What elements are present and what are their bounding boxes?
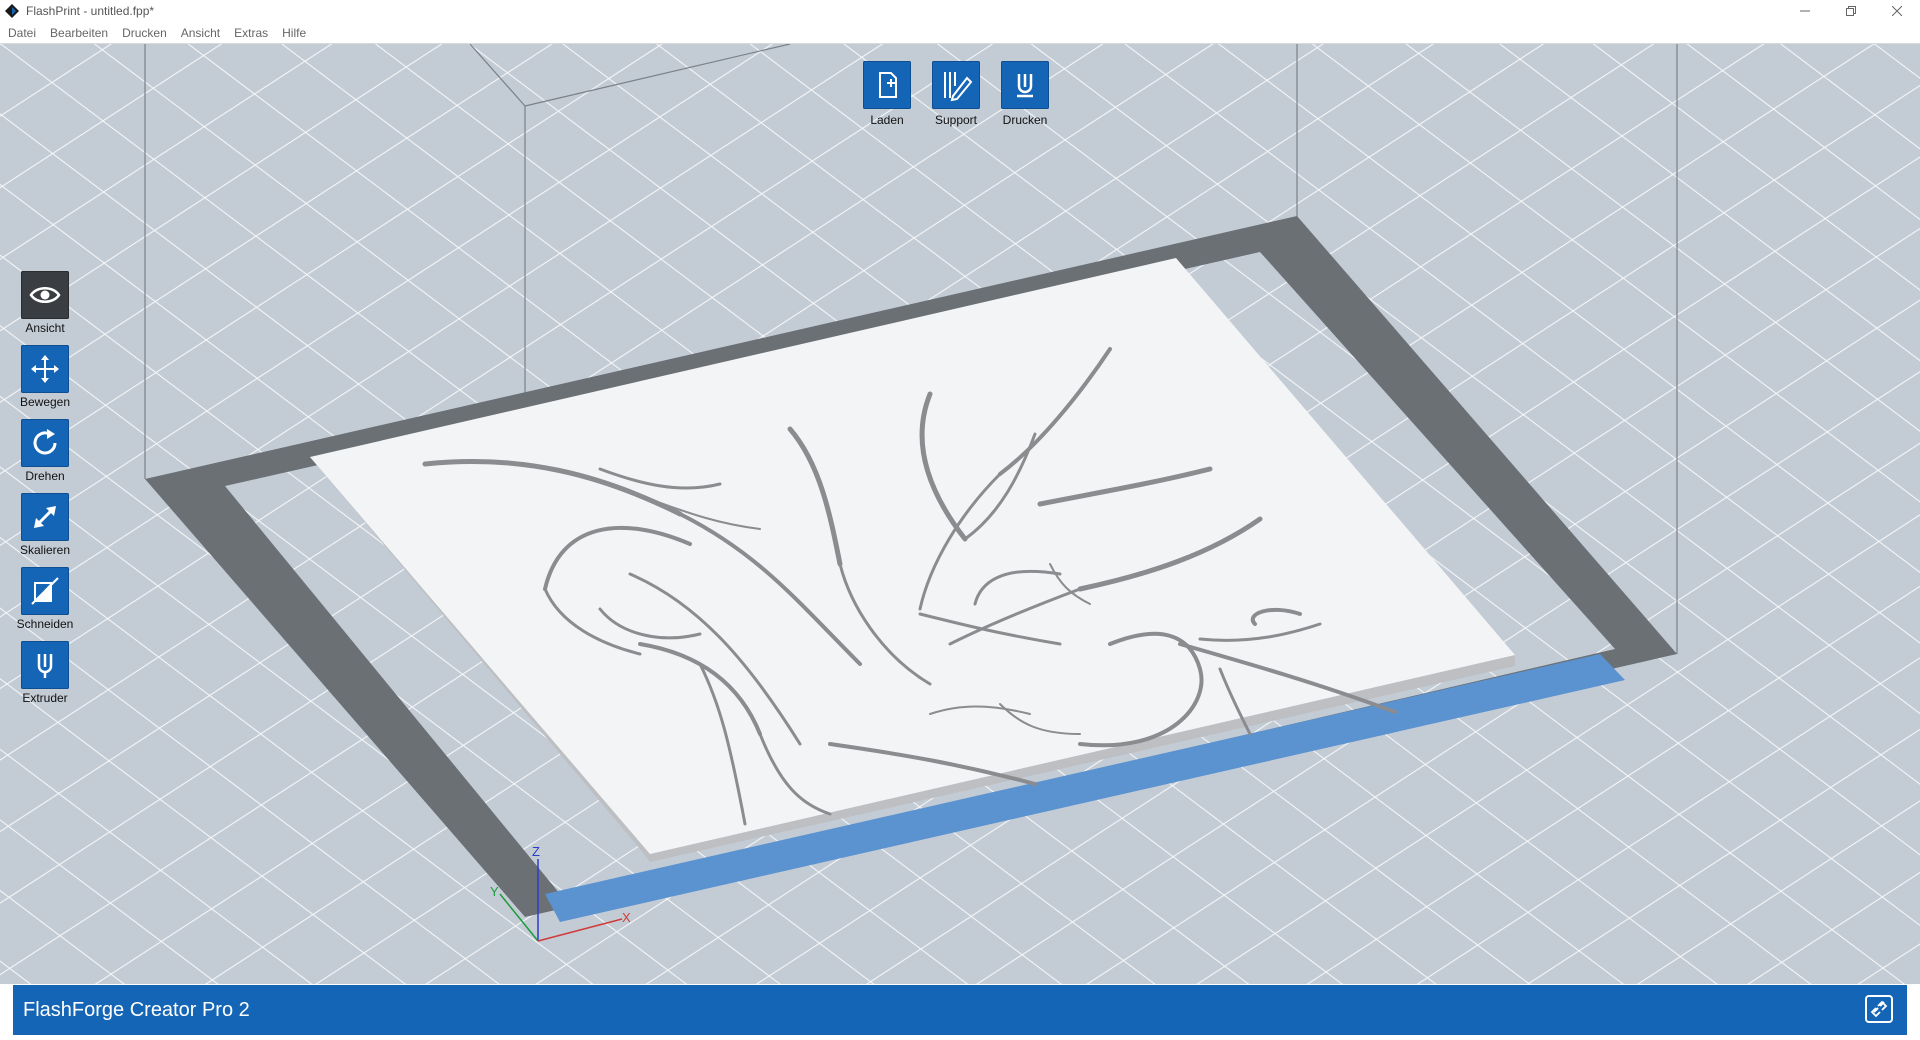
window-title: FlashPrint - untitled.fpp* xyxy=(26,4,155,18)
support-pencil-icon xyxy=(944,72,973,102)
minimize-button[interactable] xyxy=(1782,0,1828,22)
scale-arrow-icon xyxy=(34,506,56,528)
rotate-label: Drehen xyxy=(25,469,65,483)
rotate-tool[interactable]: Drehen xyxy=(20,419,70,483)
load-tool[interactable]: Laden xyxy=(862,61,912,127)
menu-ansicht[interactable]: Ansicht xyxy=(174,22,227,44)
build-scene[interactable]: Z Y X xyxy=(0,44,1920,984)
connect-button[interactable] xyxy=(1865,995,1893,1023)
eye-icon xyxy=(29,287,61,303)
scale-tool[interactable]: Skalieren xyxy=(20,493,70,557)
window-controls xyxy=(1782,0,1920,22)
cut-tool[interactable]: Schneiden xyxy=(17,567,73,631)
extruder-label: Extruder xyxy=(22,691,68,705)
title-bar: FlashPrint - untitled.fpp* xyxy=(0,0,1920,22)
view-tool[interactable]: Ansicht xyxy=(20,271,70,335)
close-button[interactable] xyxy=(1874,0,1920,22)
3d-viewport[interactable]: Z Y X Laden Support Drucken Ansicht Bewe… xyxy=(0,44,1920,984)
load-button[interactable] xyxy=(863,61,911,109)
move-label: Bewegen xyxy=(19,395,71,409)
rotate-button[interactable] xyxy=(21,419,69,467)
close-icon xyxy=(1892,6,1902,16)
support-label: Support xyxy=(934,113,978,127)
menu-hilfe[interactable]: Hilfe xyxy=(275,22,313,44)
cut-button[interactable] xyxy=(21,567,69,615)
view-button[interactable] xyxy=(21,271,69,319)
print-button[interactable] xyxy=(1001,61,1049,109)
top-toolbar: Laden Support Drucken xyxy=(862,61,1050,127)
axis-x-label: X xyxy=(622,910,631,925)
restore-icon xyxy=(1846,6,1856,16)
cut-label: Schneiden xyxy=(16,617,74,631)
support-tool[interactable]: Support xyxy=(931,61,981,127)
menu-bar: Datei Bearbeiten Drucken Ansicht Extras … xyxy=(0,22,1920,44)
rotate-icon xyxy=(33,429,57,455)
load-label: Laden xyxy=(870,113,904,127)
bottom-strip xyxy=(0,1035,1920,1040)
menu-extras[interactable]: Extras xyxy=(227,22,275,44)
minimize-icon xyxy=(1800,10,1810,12)
support-button[interactable] xyxy=(932,61,980,109)
extruder-tool[interactable]: Extruder xyxy=(20,641,70,705)
cut-icon xyxy=(31,577,59,605)
extruder-button[interactable] xyxy=(21,641,69,689)
scale-button[interactable] xyxy=(21,493,69,541)
connection-link-icon xyxy=(1870,1000,1888,1018)
axis-y-label: Y xyxy=(490,884,499,899)
axis-z-label: Z xyxy=(532,844,540,859)
print-label: Drucken xyxy=(1002,113,1048,127)
move-arrows-icon xyxy=(31,355,59,383)
status-bar: FlashForge Creator Pro 2 xyxy=(13,985,1907,1035)
move-button[interactable] xyxy=(21,345,69,393)
move-tool[interactable]: Bewegen xyxy=(20,345,70,409)
flashprint-logo-icon xyxy=(5,4,19,18)
menu-drucken[interactable]: Drucken xyxy=(115,22,174,44)
extruder-icon xyxy=(37,654,53,678)
file-add-icon xyxy=(879,72,897,98)
menu-bearbeiten[interactable]: Bearbeiten xyxy=(43,22,115,44)
printer-name[interactable]: FlashForge Creator Pro 2 xyxy=(23,999,250,1022)
left-toolbar: Ansicht Bewegen Drehen Skalieren Schneid… xyxy=(17,271,73,705)
menu-datei[interactable]: Datei xyxy=(0,22,43,44)
print-nozzle-icon xyxy=(1017,74,1033,98)
scale-label: Skalieren xyxy=(19,543,71,557)
view-label: Ansicht xyxy=(25,321,65,335)
restore-button[interactable] xyxy=(1828,0,1874,22)
print-tool[interactable]: Drucken xyxy=(1000,61,1050,127)
